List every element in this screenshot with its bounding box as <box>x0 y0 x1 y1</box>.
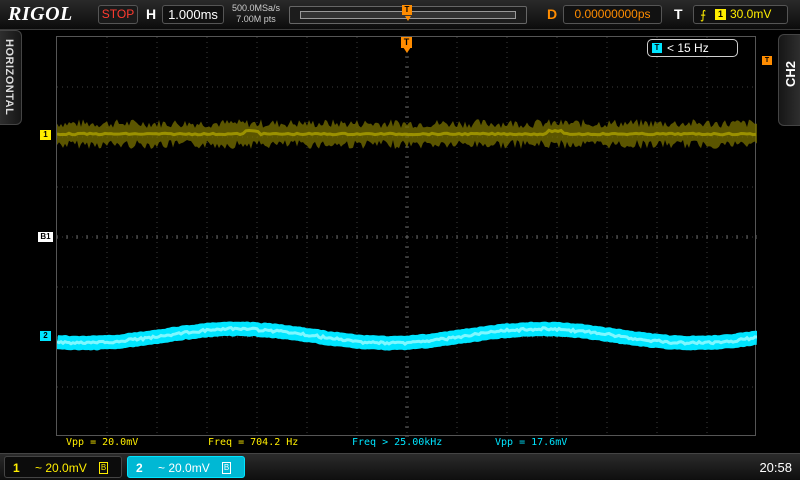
waveform-display[interactable] <box>56 36 757 437</box>
timebase-value[interactable]: 1.000ms <box>162 5 224 24</box>
frequency-counter-value: < 15 Hz <box>667 41 709 55</box>
ch1-bandwidth-limit-icon: B <box>99 462 108 474</box>
trigger-position-arrow-icon <box>403 47 411 53</box>
ch2-status[interactable]: 2 ~ 20.0mV B <box>127 456 245 478</box>
memory-trigger-arrow-icon <box>405 16 411 21</box>
memory-trigger-marker: T <box>402 5 412 15</box>
frequency-counter: T < 15 Hz <box>647 39 738 57</box>
bus1-offset-marker[interactable]: B1 <box>38 232 53 242</box>
ch1-scale: ~ 20.0mV <box>35 461 87 475</box>
trigger-label: T <box>674 6 683 22</box>
horizontal-menu-tab[interactable]: HORIZONTAL <box>0 30 22 125</box>
rising-edge-icon: ⨍ <box>700 8 707 22</box>
trigger-level-marker-icon: T <box>762 56 772 65</box>
ch2-number: 2 <box>136 461 143 475</box>
system-clock: 20:58 <box>759 460 792 475</box>
trigger-level: 30.0mV <box>730 7 772 21</box>
ch1-offset-marker[interactable]: 1 <box>40 130 51 140</box>
trigger-settings[interactable]: ⨍ 1 30.0mV <box>693 5 788 24</box>
top-status-bar: RIGOL STOP H 1.000ms 500.0MSa/s 7.00M pt… <box>0 0 800 30</box>
ch1-noise-envelope <box>57 119 757 149</box>
measurement-ch1-vpp: Vpp = 20.0mV <box>66 437 139 448</box>
ch1-status[interactable]: 1 ~ 20.0mV B <box>4 456 122 478</box>
delay-label: D <box>547 6 558 22</box>
measurement-ch2-vpp: Vpp = 17.6mV <box>495 437 568 448</box>
ch2-offset-marker[interactable]: 2 <box>40 331 51 341</box>
ch1-number: 1 <box>13 461 20 475</box>
sample-rate: 500.0MSa/s <box>231 3 281 13</box>
ch2-tab-label: CH2 <box>783 61 798 88</box>
measurement-bar: Vpp = 20.0mV Freq = 704.2 Hz Freq > 25.0… <box>56 437 756 451</box>
trigger-source: 1 <box>715 9 726 20</box>
brand-logo: RIGOL <box>8 3 73 25</box>
ch2-scale: ~ 20.0mV <box>158 461 210 475</box>
run-stop-status[interactable]: STOP <box>98 5 138 24</box>
horizontal-label: H <box>146 6 157 22</box>
memory-position-bar[interactable]: T <box>289 5 527 24</box>
graticule <box>57 37 757 437</box>
measurement-ch2-freq: Freq > 25.00kHz <box>352 437 443 448</box>
acquisition-info: 500.0MSa/s 7.00M pts <box>229 3 283 25</box>
ch2-menu-tab[interactable]: CH2 <box>778 34 800 126</box>
horizontal-tab-label: HORIZONTAL <box>3 39 15 116</box>
measurement-ch1-freq: Freq = 704.2 Hz <box>208 437 299 448</box>
channel-status-bar: 1 ~ 20.0mV B 2 ~ 20.0mV B 20:58 <box>0 453 800 480</box>
delay-value[interactable]: 0.00000000ps <box>563 5 662 24</box>
frequency-counter-icon: T <box>652 43 662 53</box>
ch2-bandwidth-limit-icon: B <box>222 462 231 474</box>
memory-depth: 7.00M pts <box>236 14 276 24</box>
